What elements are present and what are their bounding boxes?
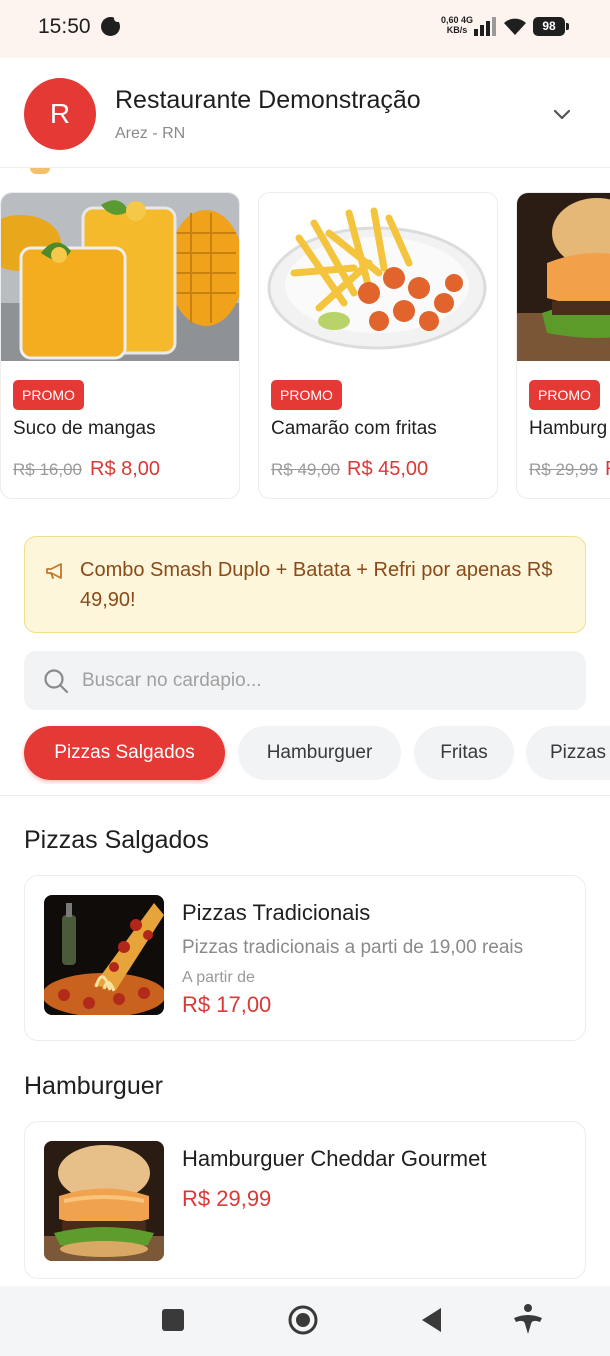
- network-speed-value: 0,60 4G: [441, 15, 474, 25]
- status-bar: 15:50 0,60 4G KB/s 98: [0, 0, 610, 58]
- network-speed-unit: KB/s: [446, 25, 468, 35]
- chevron-down-icon[interactable]: [550, 102, 574, 126]
- status-time: 15:50: [38, 15, 91, 38]
- home-circle-icon[interactable]: [281, 1300, 325, 1340]
- section-icon-remnant: [30, 168, 50, 174]
- back-triangle-icon[interactable]: [410, 1300, 454, 1340]
- announcement-banner[interactable]: Combo Smash Duplo + Batata + Refri por a…: [24, 536, 586, 633]
- section-title-pizzas-salgados: Pizzas Salgados: [24, 826, 209, 854]
- category-chip-hamburguer[interactable]: Hamburguer: [238, 726, 401, 780]
- menu-item-price-prefix: A partir de: [182, 969, 255, 986]
- search-input[interactable]: [82, 651, 562, 710]
- promo-badge: PROMO: [271, 380, 342, 410]
- promo-name: Suco de mangas: [13, 418, 156, 439]
- promo-carousel[interactable]: PROMO Suco de mangas R$ 16,00 R$ 8,00 PR…: [0, 192, 610, 500]
- section-title-hamburguer: Hamburguer: [24, 1072, 163, 1100]
- divider: [0, 795, 610, 796]
- category-chip-pizzas[interactable]: Pizzas: [526, 726, 610, 780]
- promo-badge: PROMO: [13, 380, 84, 410]
- category-tabs[interactable]: Pizzas Salgados Hamburguer Fritas Pizzas: [0, 724, 610, 784]
- menu-item-price: R$ 17,00: [182, 992, 272, 1017]
- promo-old-price: R$ 29,99: [529, 460, 598, 479]
- promo-image-burger: [517, 193, 610, 361]
- system-nav-bar: [0, 1286, 610, 1356]
- promo-new-price: R$ 45,00: [347, 458, 429, 480]
- restaurant-name: Restaurante Demonstração: [115, 86, 421, 114]
- promo-badge: PROMO: [529, 380, 600, 410]
- promo-card[interactable]: PROMO Suco de mangas R$ 16,00 R$ 8,00: [0, 192, 240, 499]
- item-image-burger: [44, 1141, 164, 1261]
- promo-card[interactable]: PROMO Camarão com fritas R$ 49,00 R$ 45,…: [258, 192, 498, 499]
- category-chip-pizzas-salgados[interactable]: Pizzas Salgados: [24, 726, 225, 780]
- category-chip-fritas[interactable]: Fritas: [414, 726, 514, 780]
- restaurant-avatar: R: [24, 78, 96, 150]
- menu-item-description: Pizzas tradicionais a parti de 19,00 rea…: [182, 937, 524, 958]
- announcement-text: Combo Smash Duplo + Batata + Refri por a…: [80, 559, 553, 611]
- accessibility-icon[interactable]: [506, 1300, 550, 1340]
- promo-name: Camarão com fritas: [271, 418, 437, 439]
- menu-item-name: Hamburguer Cheddar Gourmet: [182, 1146, 487, 1171]
- promo-card[interactable]: PROMO Hamburg R$ 29,99 R: [516, 192, 610, 499]
- restaurant-header[interactable]: R Restaurante Demonstração Arez - RN: [0, 58, 610, 168]
- network-speed: 0,60 4G KB/s: [441, 15, 473, 35]
- search-bar[interactable]: [24, 651, 586, 710]
- battery-icon: 98: [533, 17, 569, 36]
- promo-image-shrimp-fries: [259, 193, 497, 361]
- menu-item-card[interactable]: Pizzas Tradicionais Pizzas tradicionais …: [24, 875, 586, 1041]
- promo-name: Hamburg: [529, 418, 608, 439]
- promo-new-price: R$ 8,00: [90, 458, 161, 480]
- promo-image-mango-juice: [1, 193, 239, 361]
- wifi-icon: [504, 18, 526, 35]
- notification-dot-icon: [101, 15, 121, 36]
- search-icon: [44, 669, 69, 694]
- menu-item-price: R$ 29,99: [182, 1186, 272, 1211]
- square-icon[interactable]: [151, 1300, 195, 1340]
- item-image-pizza: [44, 895, 164, 1015]
- signal-icon: [474, 17, 496, 36]
- restaurant-city: Arez - RN: [115, 125, 186, 142]
- menu-item-card[interactable]: Hamburguer Cheddar Gourmet R$ 29,99: [24, 1121, 586, 1279]
- promo-old-price: R$ 49,00: [271, 460, 340, 479]
- promo-old-price: R$ 16,00: [13, 460, 82, 479]
- menu-item-name: Pizzas Tradicionais: [182, 900, 371, 925]
- megaphone-icon: [46, 563, 62, 579]
- promo-new-price: R: [605, 458, 610, 481]
